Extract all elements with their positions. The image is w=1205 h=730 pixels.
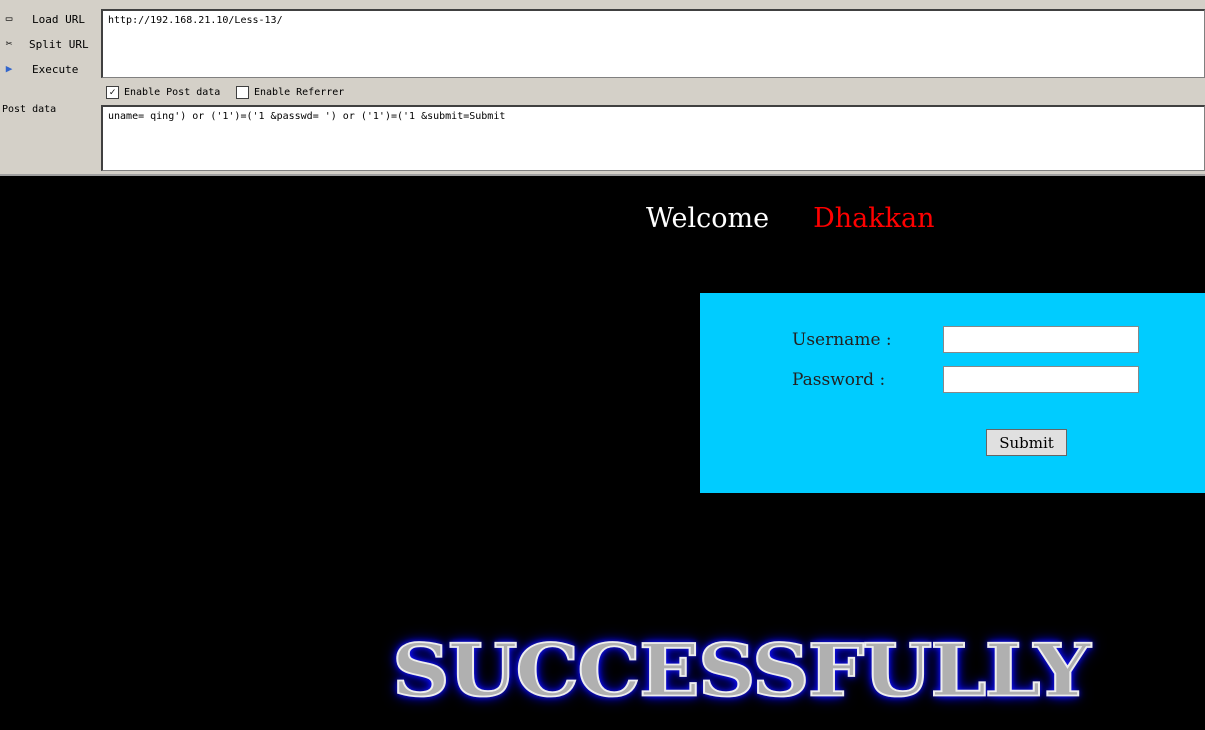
scissors-icon: ✂ [5, 37, 13, 50]
enable-referrer-checkbox[interactable]: Enable Referrer [236, 86, 344, 99]
execute-button[interactable]: ▶ Execute [0, 59, 95, 81]
username-label: Username : [792, 330, 892, 350]
url-input[interactable]: http://192.168.21.10/Less-13/ [101, 9, 1205, 78]
user-name: Dhakkan [813, 203, 935, 234]
post-data-input[interactable]: uname= qing') or ('1')=('1 &passwd= ') o… [101, 105, 1205, 171]
welcome-heading: Welcome Dhakkan [646, 203, 935, 234]
load-url-icon: ▭ [5, 12, 13, 25]
checkbox-box [236, 86, 249, 99]
load-url-button[interactable]: ▭ Load URL [0, 9, 95, 31]
play-icon: ▶ [5, 62, 13, 75]
post-data-label: Post data [2, 104, 57, 115]
hackbar-toolbar: ▭ Load URL ✂ Split URL ▶ Execute Post data … [0, 0, 1205, 176]
username-input[interactable] [943, 326, 1139, 353]
check-icon: ✓ [106, 86, 119, 99]
split-url-button[interactable]: ✂ Split URL [0, 34, 95, 56]
submit-button[interactable]: Submit [986, 429, 1067, 456]
login-form: Username : Password : Submit [700, 293, 1205, 493]
password-input[interactable] [943, 366, 1139, 393]
enable-post-checkbox[interactable]: ✓ Enable Post data [106, 86, 220, 99]
password-label: Password : [792, 370, 886, 390]
successfully-banner: SUCCESSFULLY [391, 628, 1092, 713]
